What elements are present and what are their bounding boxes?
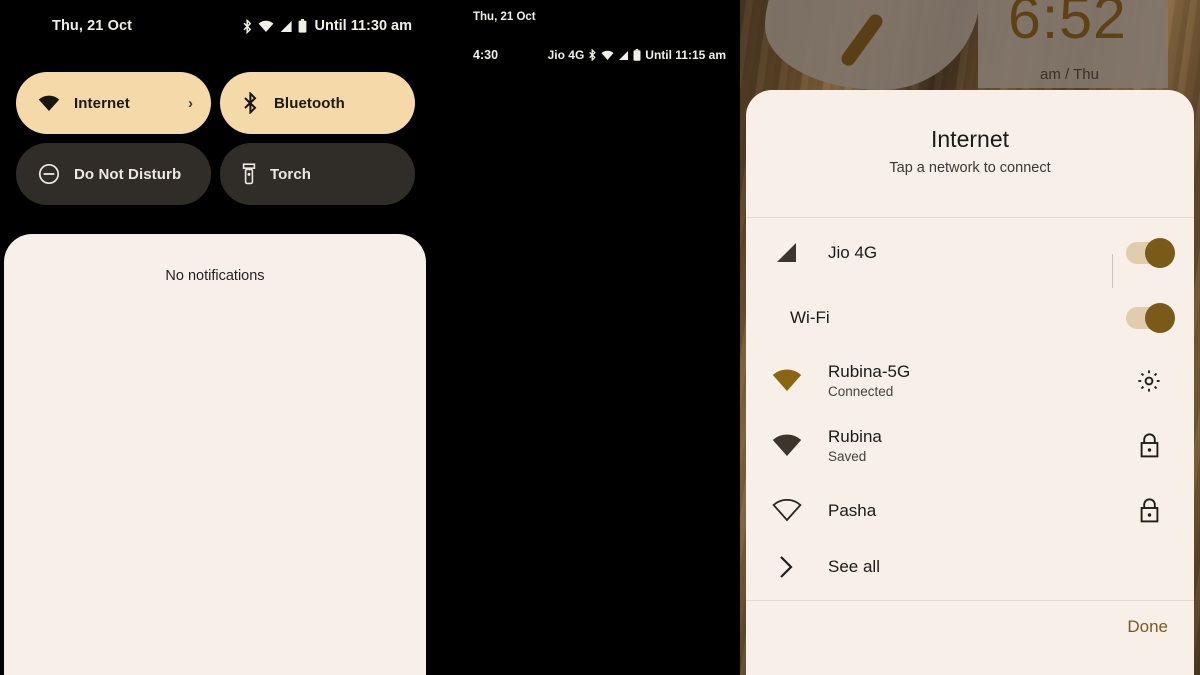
network-name: Rubina-5G [828, 362, 911, 381]
tile-bluetooth[interactable]: Bluetooth [220, 72, 415, 134]
lock-icon [1139, 498, 1160, 523]
carrier-label: Jio 4G [547, 48, 585, 62]
battery-estimate: Until 11:15 am [645, 48, 726, 62]
dialog-subtitle: Tap a network to connect [889, 160, 1051, 176]
row-control[interactable] [1104, 237, 1194, 288]
wifi-dark-icon [746, 434, 828, 457]
network-row-wifi-switch[interactable]: Wi-Fi [746, 285, 1194, 350]
status-bar-icons: Until 11:30 am [242, 14, 412, 38]
bluetooth-icon [588, 49, 597, 61]
wifi-icon [38, 95, 60, 112]
tile-dnd-label: Do Not Disturb [74, 165, 182, 183]
row-control [1104, 433, 1194, 458]
signal-icon [279, 20, 293, 33]
screenshot-stage: Thu, 21 Oct Until 11:30 am Internet › Bl… [0, 0, 1200, 675]
gear-icon[interactable] [1137, 369, 1161, 393]
battery-estimate: Until 11:30 am [314, 18, 412, 34]
wifi-toggle[interactable] [1126, 302, 1175, 333]
status-bar: 4:30 Jio 4G Until 11:15 am [430, 46, 740, 64]
network-row-rubina[interactable]: Rubina Saved [746, 413, 1194, 478]
dialog-divider-bottom [746, 600, 1194, 601]
chevron-right-icon[interactable]: › [188, 95, 193, 112]
network-row-mobile-data[interactable]: Jio 4G [746, 220, 1194, 288]
network-name: Pasha [828, 500, 877, 520]
toggle-thumb [1145, 302, 1175, 333]
row-control[interactable] [1104, 302, 1194, 333]
row-control[interactable] [1104, 369, 1194, 393]
lock-icon [1139, 433, 1160, 458]
bluetooth-icon [242, 18, 253, 34]
tile-do-not-disturb[interactable]: Do Not Disturb [16, 143, 211, 205]
battery-icon [633, 49, 641, 61]
notification-shade: No notifications [4, 234, 426, 675]
tile-internet[interactable]: Internet › [16, 72, 211, 134]
tile-internet-label: Internet [74, 94, 130, 112]
lockscreen-meridiem-day: am / Thu [1040, 66, 1099, 83]
network-status: Connected [828, 384, 894, 399]
wifi-icon [601, 50, 614, 61]
tile-bluetooth-label: Bluetooth [274, 94, 345, 112]
toggle-thumb [1145, 237, 1175, 268]
panel-internet-picker: 6:52 am / Thu Internet Tap a network to … [740, 0, 1200, 675]
network-status: Saved [828, 449, 867, 464]
status-bar-time: 4:30 [473, 48, 499, 62]
status-bar-date: Thu, 21 Oct [52, 18, 133, 34]
chevron-right-icon [746, 554, 828, 580]
network-name: Jio 4G [828, 242, 878, 262]
panel-quick-settings-expanded: Thu, 21 Oct 4:30 Jio 4G Until 11:15 am [430, 0, 1156, 675]
network-row-rubina-5g[interactable]: Rubina-5G Connected [746, 348, 1194, 413]
tile-torch-label: Torch [270, 165, 312, 183]
no-notifications-text: No notifications [165, 268, 265, 284]
network-row-see-all[interactable]: See all [746, 534, 1194, 599]
status-bar-icons: Jio 4G Until 11:15 am [548, 46, 726, 64]
status-bar-date: Thu, 21 Oct [473, 11, 536, 23]
wifi-outline-icon [746, 499, 828, 522]
signal-icon [618, 50, 629, 61]
vertical-divider [1112, 253, 1113, 288]
status-bar: Thu, 21 Oct Until 11:30 am [0, 14, 430, 38]
bluetooth-icon [242, 92, 260, 114]
signal-icon [746, 241, 828, 265]
battery-icon [298, 19, 307, 33]
row-control [1104, 498, 1194, 523]
mobile-data-toggle[interactable] [1126, 237, 1175, 268]
dialog-title: Internet [931, 126, 1009, 152]
lockscreen-time: 6:52 [1008, 0, 1127, 51]
network-name: Rubina [828, 427, 882, 446]
panel-quick-settings-compact: Thu, 21 Oct Until 11:30 am Internet › Bl… [0, 0, 430, 675]
see-all-label: See all [828, 556, 880, 576]
torch-icon [242, 163, 256, 185]
dnd-icon [38, 163, 60, 185]
done-button[interactable]: Done [1127, 617, 1168, 637]
tile-torch[interactable]: Torch [220, 143, 415, 205]
quick-tiles-row: Internet › Bluetooth Do Not Disturb Torc… [16, 72, 416, 205]
wifi-icon [258, 20, 274, 33]
wifi-full-icon [746, 369, 828, 392]
dialog-divider-top [746, 217, 1194, 218]
internet-dialog: Internet Tap a network to connect Jio 4G [746, 90, 1194, 675]
wifi-label: Wi-Fi [790, 307, 830, 327]
